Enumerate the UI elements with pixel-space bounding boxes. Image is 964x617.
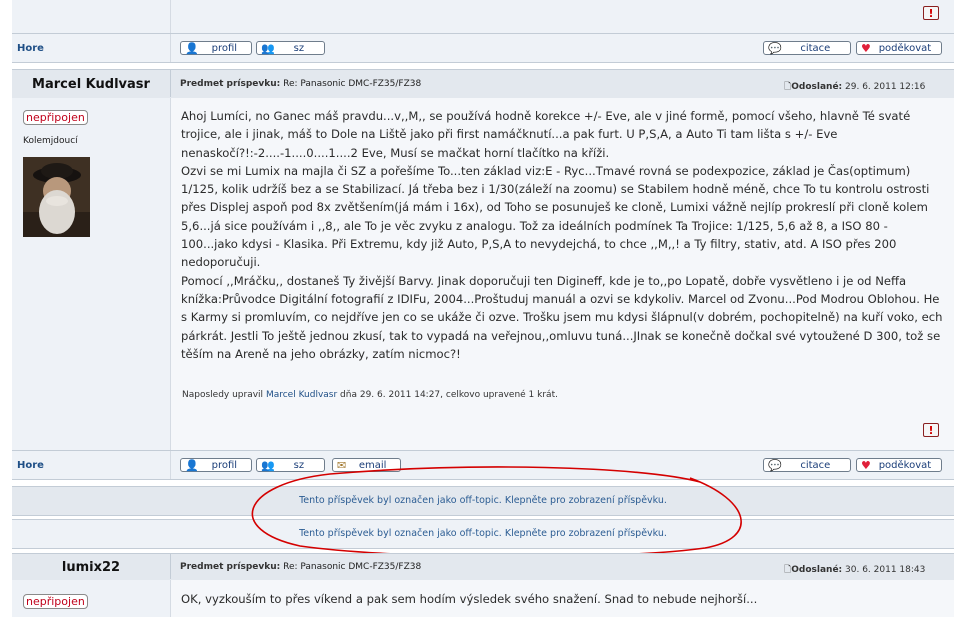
post-author[interactable]: lumix22	[12, 560, 170, 575]
divider	[170, 554, 171, 579]
post-subject: Predmet príspevku: Re: Panasonic DMC-FZ3…	[180, 562, 422, 572]
annotation-circle	[251, 466, 742, 558]
post-date: 🗋Odoslané: 30. 6. 2011 18:43	[784, 565, 926, 575]
post-text: OK, vyzkouším to přes víkend a pak sem h…	[181, 592, 758, 606]
status-badge: nepřipojen	[23, 594, 88, 609]
